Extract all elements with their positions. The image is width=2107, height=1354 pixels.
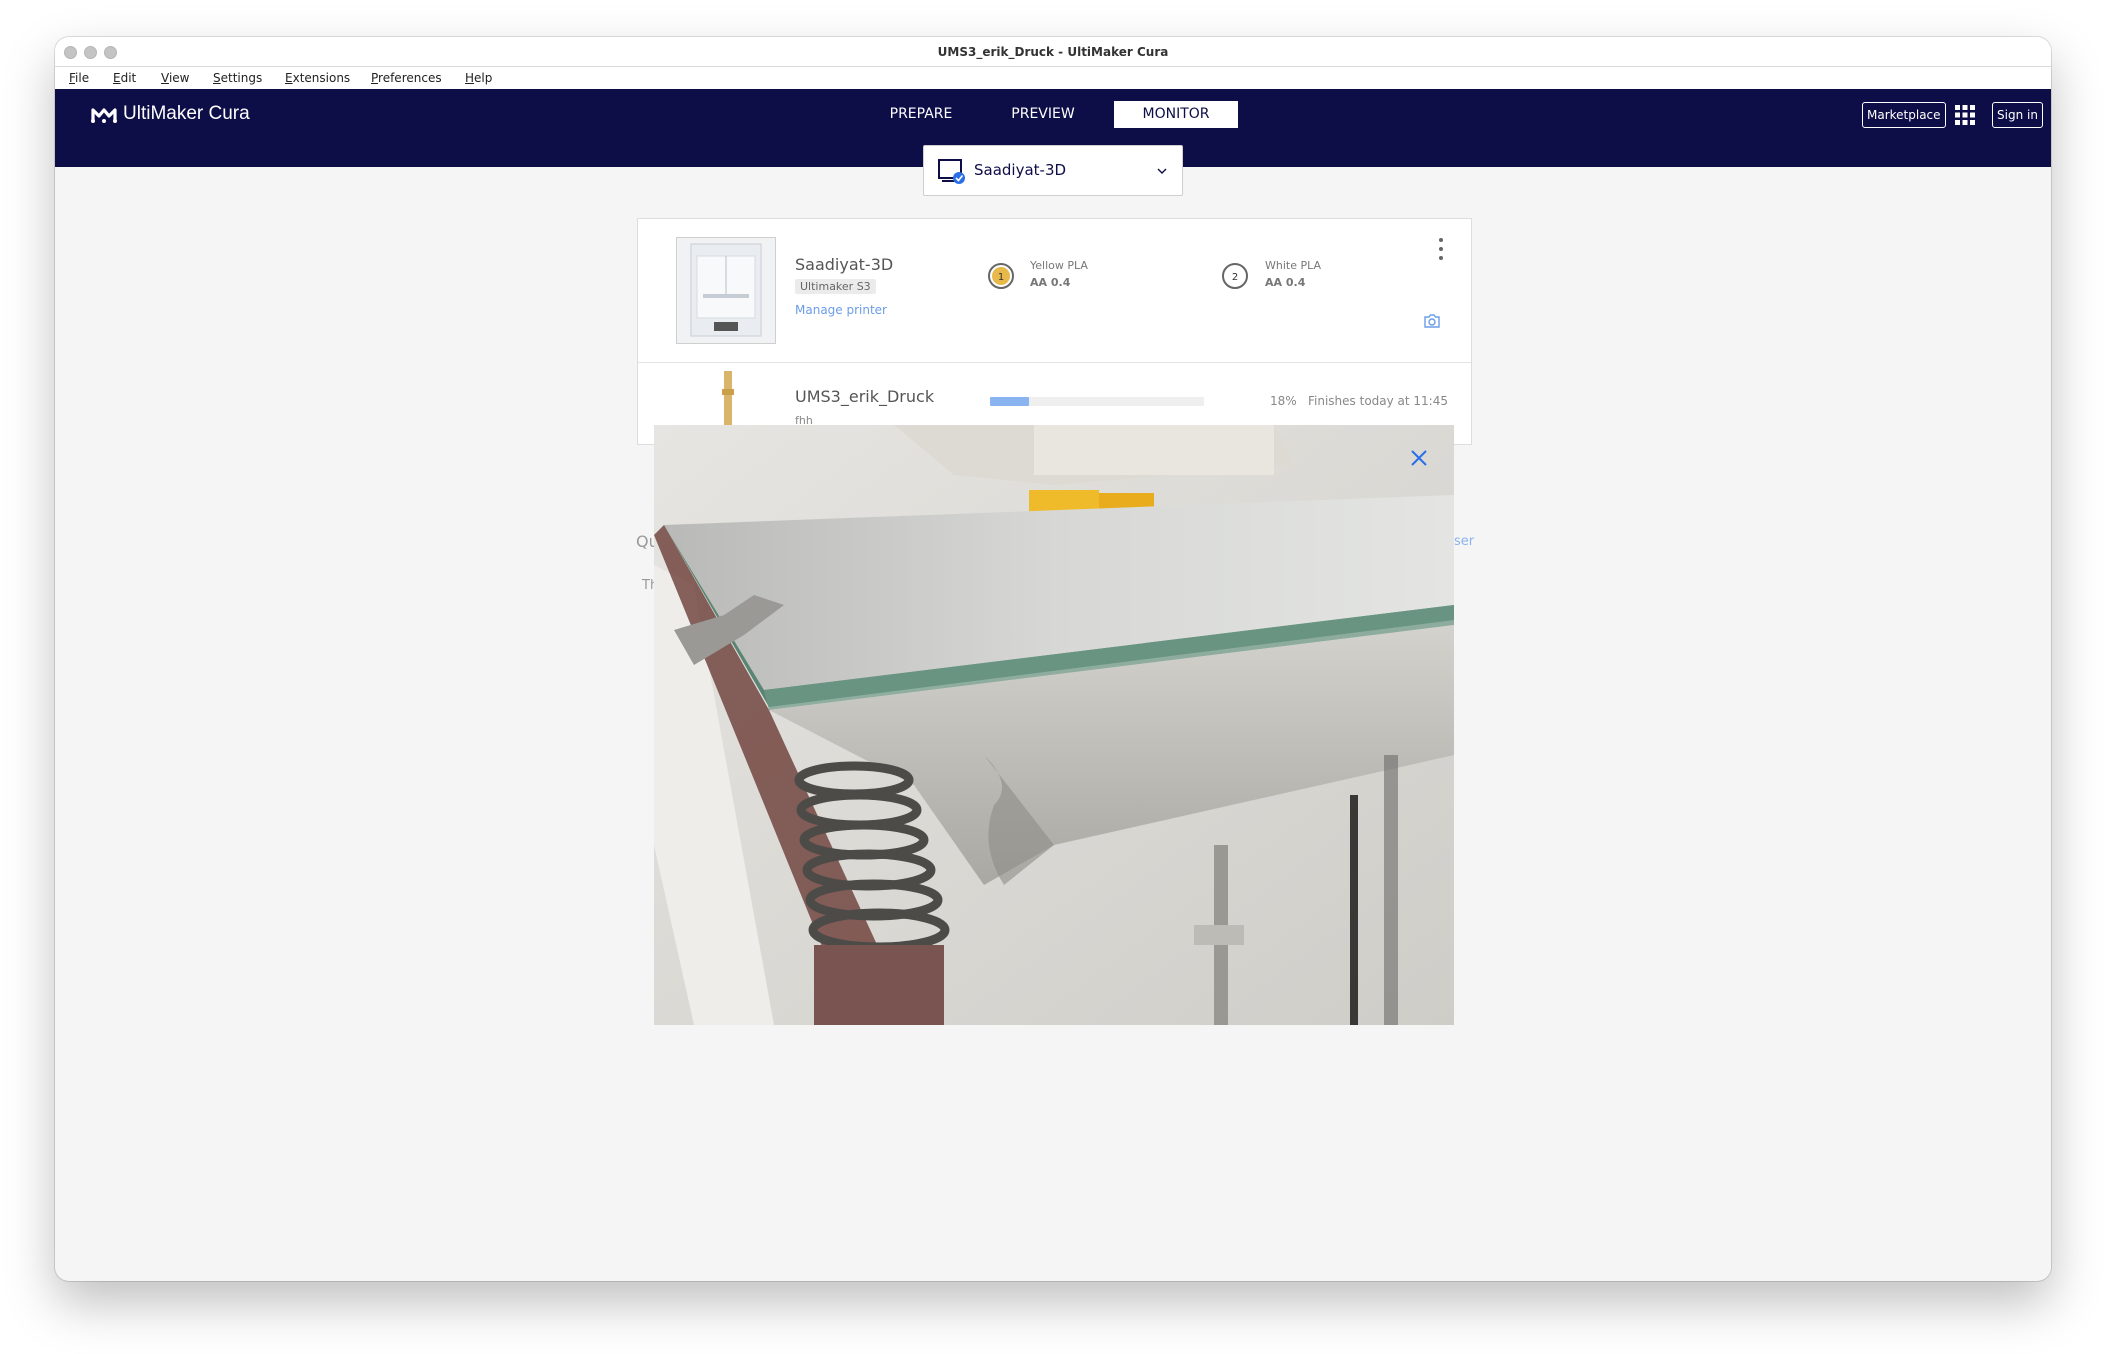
app-logo: UltiMaker Cura bbox=[91, 103, 250, 125]
print-job-name: UMS3_erik_Druck bbox=[795, 387, 935, 406]
tab-monitor[interactable]: MONITOR bbox=[1114, 101, 1238, 128]
window-title: UMS3_erik_Druck - UltiMaker Cura bbox=[937, 45, 1169, 59]
extruder-1-core: AA 0.4 bbox=[1030, 276, 1071, 289]
menu-file[interactable]: File bbox=[69, 71, 89, 85]
menu-extensions[interactable]: Extensions bbox=[285, 71, 350, 85]
print-progress-percent: 18% bbox=[1270, 394, 1297, 408]
camera-feed-image bbox=[654, 425, 1454, 1025]
connected-printer-icon bbox=[938, 159, 965, 184]
more-options-icon[interactable] bbox=[1438, 237, 1444, 261]
sign-in-button[interactable]: Sign in bbox=[1992, 102, 2043, 128]
print-eta: Finishes today at 11:45 bbox=[1308, 394, 1448, 408]
extruder-2-icon: 2 bbox=[1222, 263, 1248, 289]
tab-preview[interactable]: PREVIEW bbox=[989, 101, 1097, 128]
printer-selector-dropdown[interactable]: Saadiyat-3D bbox=[923, 145, 1183, 196]
menu-edit[interactable]: Edit bbox=[113, 71, 136, 85]
svg-text:1: 1 bbox=[998, 272, 1004, 283]
menu-help[interactable]: Help bbox=[465, 71, 492, 85]
browser-link-fragment[interactable]: ser bbox=[1454, 534, 1474, 549]
menu-view[interactable]: View bbox=[161, 71, 189, 85]
tab-prepare[interactable]: PREPARE bbox=[867, 101, 975, 128]
marketplace-button[interactable]: Marketplace bbox=[1862, 102, 1946, 128]
menu-preferences[interactable]: Preferences bbox=[371, 71, 442, 85]
logo-text: UltiMaker Cura bbox=[123, 103, 250, 124]
camera-icon[interactable] bbox=[1423, 313, 1441, 329]
printer-thumbnail bbox=[676, 237, 776, 344]
print-progress-fill bbox=[990, 397, 1029, 406]
extruder-2-material: White PLA bbox=[1265, 259, 1322, 272]
printer-name: Saadiyat-3D bbox=[795, 255, 894, 274]
manage-printer-link[interactable]: Manage printer bbox=[795, 303, 887, 317]
svg-text:2: 2 bbox=[1232, 272, 1238, 283]
ultimaker-logo-icon bbox=[91, 108, 117, 123]
chevron-down-icon bbox=[1157, 168, 1167, 174]
extruder-2-core: AA 0.4 bbox=[1265, 276, 1306, 289]
card-divider bbox=[638, 362, 1471, 363]
extruder-1-icon: 1 bbox=[988, 263, 1014, 289]
grid-icon[interactable] bbox=[1955, 105, 1975, 125]
menu-settings[interactable]: Settings bbox=[213, 71, 262, 85]
selected-printer-label: Saadiyat-3D bbox=[974, 161, 1067, 179]
camera-feed bbox=[654, 425, 1454, 1025]
menu-bar: File Edit View Settings Extensions Prefe… bbox=[55, 67, 2051, 89]
close-icon[interactable] bbox=[1410, 449, 1428, 467]
app-window: UMS3_erik_Druck - UltiMaker Cura File Ed… bbox=[55, 37, 2051, 1281]
printer-card: Saadiyat-3D Ultimaker S3 Manage printer … bbox=[637, 218, 1472, 445]
title-bar: UMS3_erik_Druck - UltiMaker Cura bbox=[55, 37, 2051, 67]
printer-type-badge: Ultimaker S3 bbox=[795, 279, 876, 294]
print-progress-bar bbox=[990, 397, 1204, 406]
extruder-1-material: Yellow PLA bbox=[1030, 259, 1088, 272]
